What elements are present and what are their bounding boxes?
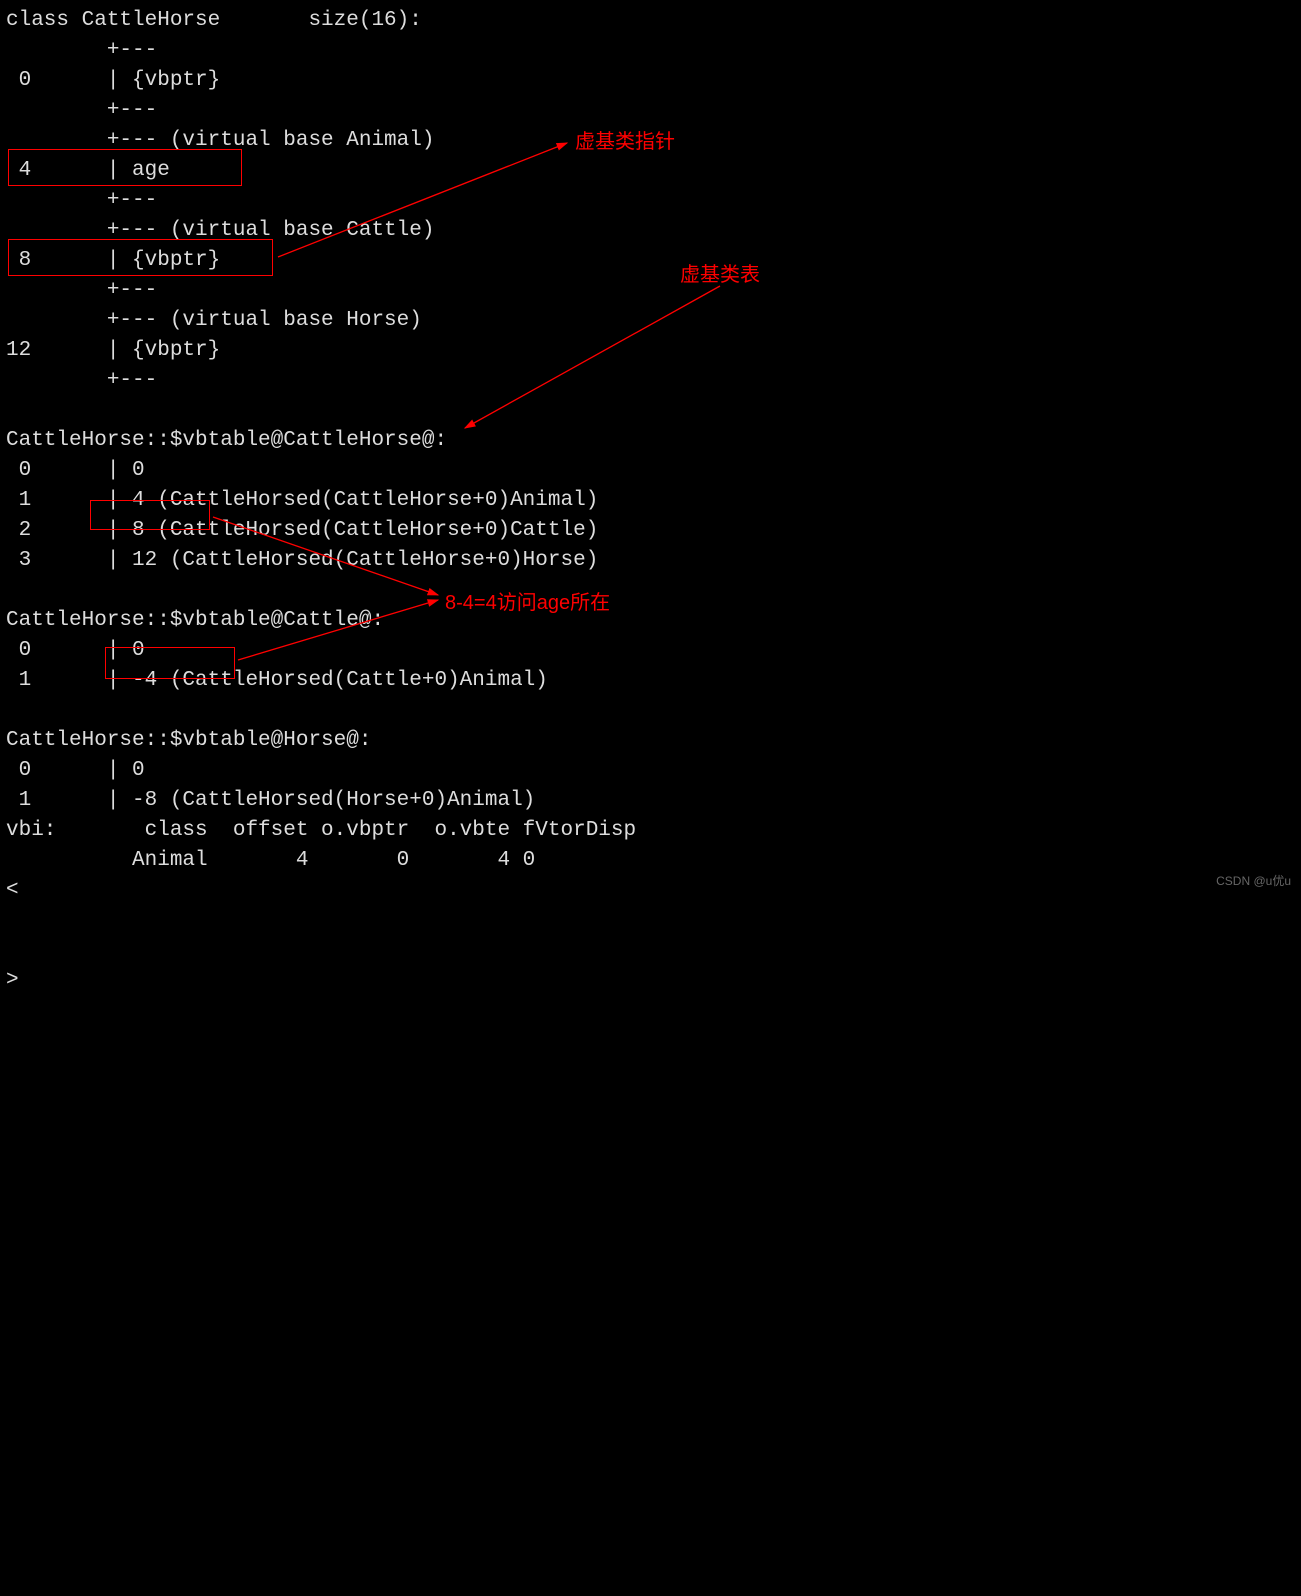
highlight-box-age (8, 149, 242, 186)
line-2: +--- (6, 39, 157, 62)
annotation-vbtable: 虚基类表 (680, 260, 760, 290)
highlight-box-vbtable-entry-2 (90, 500, 210, 530)
line-7: +--- (6, 189, 157, 212)
line-11: +--- (virtual base Horse) (6, 309, 422, 332)
annotation-calc: 8-4=4访问age所在 (445, 588, 610, 618)
line-10: +--- (6, 279, 157, 302)
line-1: class CattleHorse size(16): (6, 9, 422, 32)
line-26: 0 | 0 (6, 759, 145, 782)
highlight-box-vbptr (8, 239, 273, 276)
line-15: CattleHorse::$vbtable@CattleHorse@: (6, 429, 447, 452)
line-28: vbi: class offset o.vbptr o.vbte fVtorDi… (6, 819, 636, 842)
watermark: CSDN @u优u (1216, 866, 1291, 896)
line-12: 12 | {vbptr} (6, 339, 220, 362)
line-16: 0 | 0 (6, 459, 145, 482)
annotation-vbptr: 虚基类指针 (575, 127, 675, 157)
line-29: Animal 4 0 4 0 (6, 849, 535, 872)
line-21: CattleHorse::$vbtable@Cattle@: (6, 609, 384, 632)
line-23: 1 | -4 (CattleHorsed(Cattle+0)Animal) (6, 669, 548, 692)
line-27: 1 | -8 (CattleHorsed(Horse+0)Animal) (6, 789, 535, 812)
line-3: 0 | {vbptr} (6, 69, 220, 92)
line-25: CattleHorse::$vbtable@Horse@: (6, 729, 371, 752)
line-4: +--- (6, 99, 157, 122)
line-19: 3 | 12 (CattleHorsed(CattleHorse+0)Horse… (6, 549, 598, 572)
line-13: +--- (6, 369, 157, 392)
code-block: class CattleHorse size(16): +--- 0 | {vb… (6, 6, 1295, 1596)
highlight-box-vbtable-entry-neg4 (105, 647, 235, 679)
